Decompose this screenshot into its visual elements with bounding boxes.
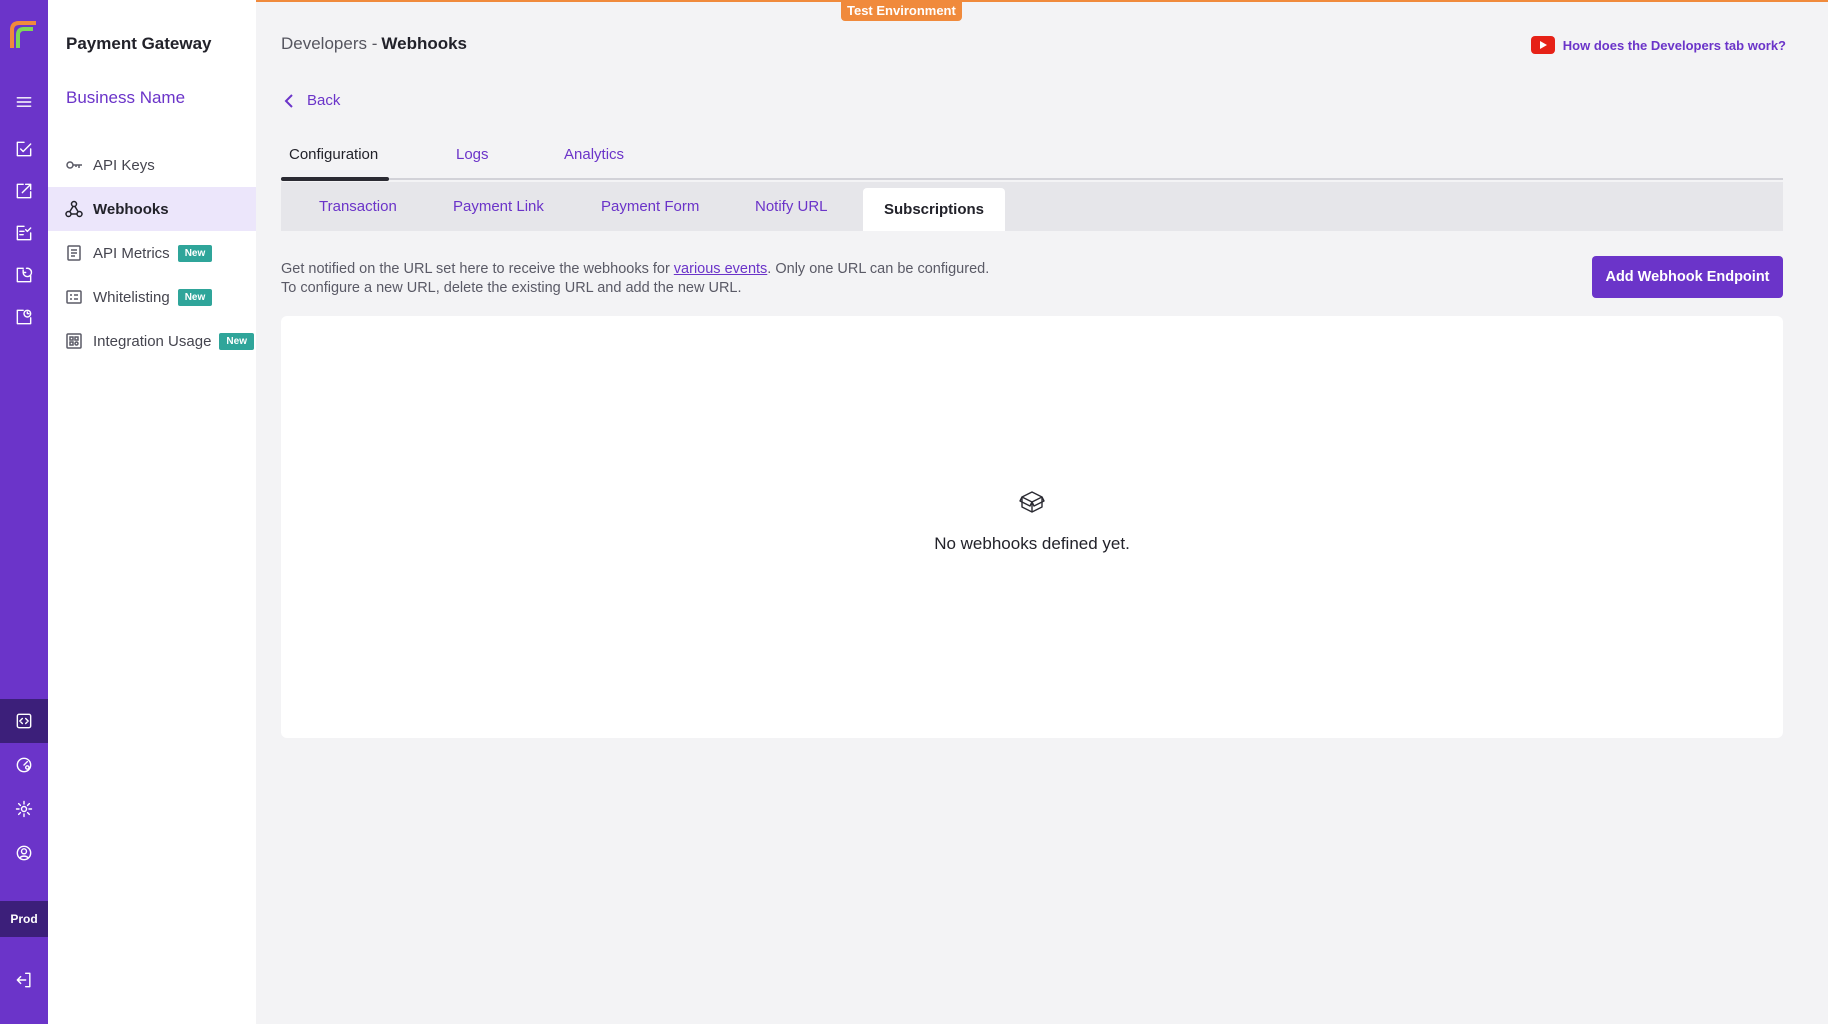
new-badge: New — [177, 288, 213, 306]
breadcrumb: Developers - Webhooks — [281, 34, 467, 54]
sidebar-item-api-keys[interactable]: API Keys — [48, 143, 256, 187]
logout-icon[interactable] — [12, 968, 36, 992]
secondary-sidebar: Payment Gateway Business Name API Keys W… — [48, 0, 256, 1024]
menu-icon[interactable] — [12, 90, 36, 114]
subtab-notify-url[interactable]: Notify URL — [755, 182, 828, 231]
empty-box-icon — [1018, 488, 1046, 516]
list-check-icon[interactable] — [12, 221, 36, 245]
subtab-transaction[interactable]: Transaction — [319, 182, 397, 231]
empty-state-message: No webhooks defined yet. — [934, 534, 1130, 553]
subtab-subscriptions[interactable]: Subscriptions — [863, 188, 1006, 231]
settings-icon[interactable] — [12, 797, 36, 821]
help-link-label: How does the Developers tab work? — [1562, 37, 1786, 53]
sidebar-item-label: Webhooks — [93, 200, 169, 218]
various-events-link[interactable]: various events — [674, 261, 768, 277]
icon-rail: Prod — [0, 0, 48, 1024]
subtab-payment-link[interactable]: Payment Link — [453, 182, 544, 231]
environment-switch[interactable]: Prod — [0, 901, 48, 937]
sidebar-item-api-metrics[interactable]: API Metrics New — [48, 231, 256, 275]
subtab-payment-form[interactable]: Payment Form — [601, 182, 699, 231]
environment-badge: Test Environment — [841, 0, 962, 21]
edit-check-icon[interactable] — [12, 137, 36, 161]
metrics-icon — [67, 245, 81, 261]
refresh-check-icon[interactable] — [12, 263, 36, 287]
sidebar-item-webhooks[interactable]: Webhooks — [48, 187, 256, 231]
report-icon[interactable] — [12, 305, 36, 329]
product-title: Payment Gateway — [66, 34, 212, 53]
add-webhook-endpoint-button[interactable]: Add Webhook Endpoint — [1592, 256, 1783, 298]
description-line-2: To configure a new URL, delete the exist… — [281, 280, 742, 296]
tab-logs[interactable]: Logs — [456, 146, 489, 163]
environment-bar — [256, 0, 1828, 2]
sidebar-item-label: API Metrics — [93, 244, 170, 262]
sidebar-item-label: Integration Usage — [93, 332, 212, 350]
business-name[interactable]: Business Name — [66, 88, 185, 108]
chevron-left-icon — [284, 93, 293, 108]
webhooks-list-panel: No webhooks defined yet. — [281, 316, 1783, 738]
back-button[interactable]: Back — [281, 92, 340, 109]
developers-icon[interactable] — [12, 709, 36, 733]
back-label: Back — [307, 92, 341, 109]
description-line-1: Get notified on the URL set here to rece… — [281, 261, 990, 277]
new-badge: New — [177, 244, 213, 262]
webhook-icon — [65, 200, 83, 218]
active-tab-indicator — [281, 177, 389, 181]
sidebar-item-whitelisting[interactable]: Whitelisting New — [48, 275, 256, 319]
primary-tabs: Configuration Logs Analytics — [281, 140, 1783, 181]
webhook-description: Get notified on the URL set here to rece… — [281, 260, 989, 298]
webhook-type-tabs: Transaction Payment Link Payment Form No… — [281, 182, 1783, 231]
tab-configuration[interactable]: Configuration — [289, 146, 378, 163]
export-icon[interactable] — [12, 179, 36, 203]
help-video-link[interactable]: How does the Developers tab work? — [1530, 36, 1786, 54]
main-content: Test Environment Developers - Webhooks Ho… — [256, 0, 1828, 1024]
whitelist-icon — [66, 290, 82, 304]
breadcrumb-parent[interactable]: Developers - — [281, 34, 377, 53]
key-icon — [66, 161, 82, 169]
sidebar-item-label: Whitelisting — [93, 288, 170, 306]
sidebar-item-label: API Keys — [93, 156, 155, 174]
logo-icon[interactable] — [9, 20, 39, 50]
profile-icon[interactable] — [12, 841, 36, 865]
new-badge: New — [219, 332, 254, 350]
tab-analytics[interactable]: Analytics — [564, 146, 624, 163]
youtube-icon — [1530, 36, 1555, 54]
page-title: Webhooks — [381, 34, 468, 53]
dashboard-icon[interactable] — [12, 753, 36, 777]
integration-icon — [66, 333, 82, 349]
sidebar-item-integration-usage[interactable]: Integration Usage New — [48, 319, 256, 363]
